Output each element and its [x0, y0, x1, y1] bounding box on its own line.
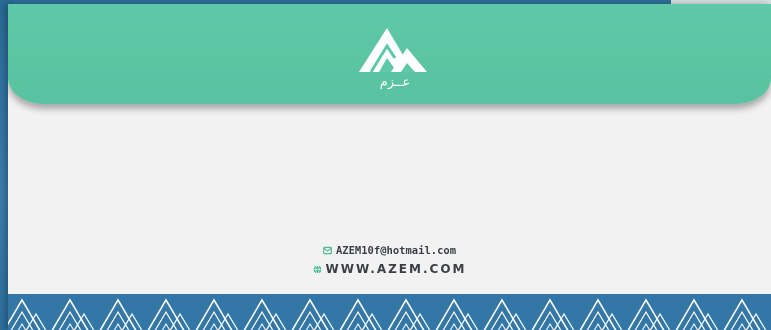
website-line: WWW.AZEM.COM [8, 262, 771, 276]
mail-icon [323, 246, 332, 255]
globe-icon [313, 265, 321, 274]
email-line: AZEM10f@hotmail.com [8, 245, 771, 257]
website-text[interactable]: WWW.AZEM.COM [326, 262, 467, 276]
svg-text:عــزم: عــزم [380, 75, 411, 90]
mountain-pattern-border [8, 294, 771, 330]
mountain-pattern-icon [8, 299, 769, 330]
azem-mountain-logo-icon: عــزم [359, 28, 427, 90]
email-text[interactable]: AZEM10f@hotmail.com [336, 245, 456, 257]
envelope-flap: عــزم [8, 4, 771, 104]
envelope: عــزم AZEM10f@hotmail.com WWW.AZEM.COM [8, 4, 771, 330]
